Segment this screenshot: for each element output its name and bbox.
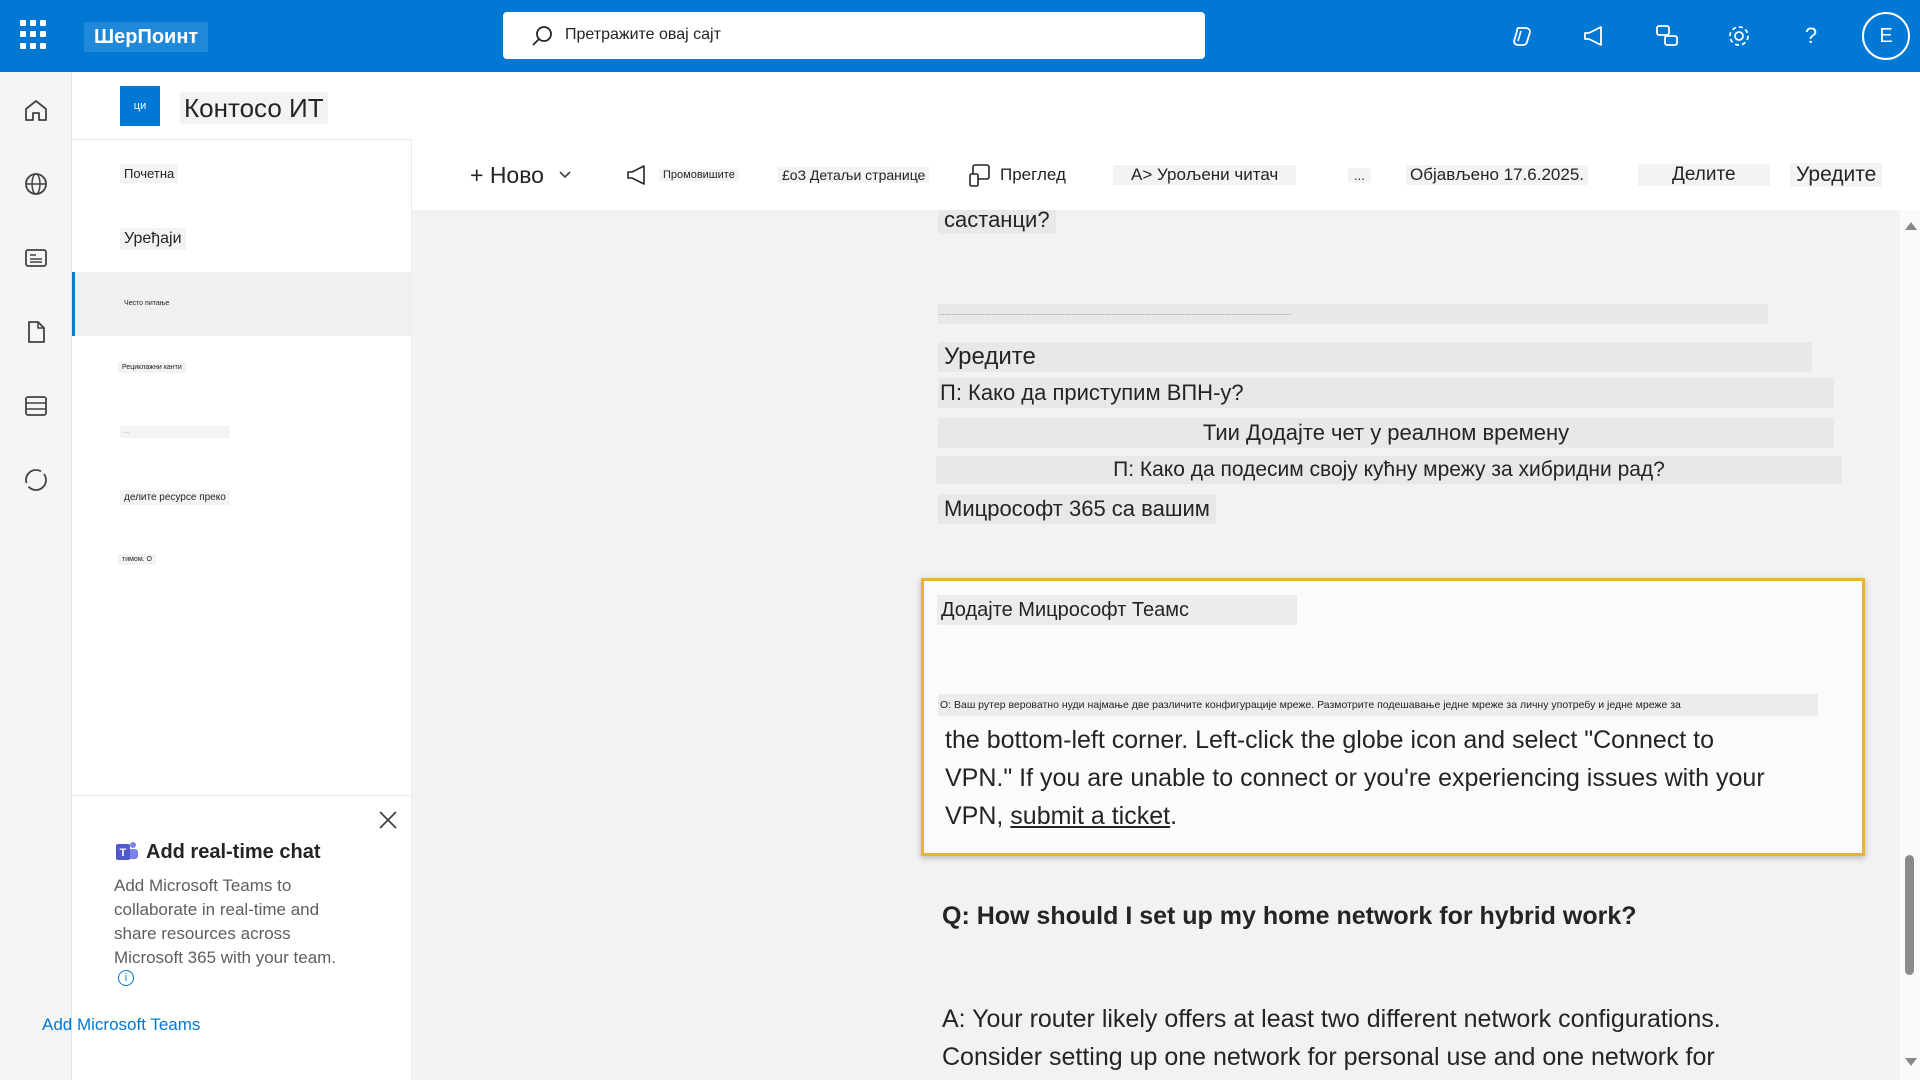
nav-item-more[interactable]: ... bbox=[72, 400, 412, 464]
text-add-chat: Тии Додајте чет у реалном времену bbox=[938, 418, 1834, 448]
nav-item-label: делите ресурсе преко bbox=[120, 490, 230, 505]
close-icon[interactable] bbox=[376, 808, 400, 832]
app-bar bbox=[0, 72, 72, 1080]
answer-router-line: A: Your router likely offers at least tw… bbox=[942, 1005, 1721, 1033]
left-navigation: Почетна Уређаји Често питање Рециклажни … bbox=[72, 139, 412, 795]
question-vpn: П: Како да приступим ВПН-у? bbox=[938, 378, 1834, 408]
preview-button[interactable]: Преглед bbox=[968, 160, 1066, 190]
selected-text-webpart[interactable]: Додајте Мицрософт Теамс О: Ваш рутер вер… bbox=[921, 578, 1865, 856]
info-icon[interactable]: i bbox=[118, 970, 134, 986]
question-home-network: П: Како да подесим своју кућну мрежу за … bbox=[936, 456, 1842, 484]
text-m365-with: Мицрософт 365 са вашим bbox=[938, 494, 1216, 524]
more-label: ... bbox=[1348, 167, 1371, 183]
nav-item-team[interactable]: тимом. О bbox=[72, 528, 412, 592]
chat-card-description: Add Microsoft Teams to collaborate in re… bbox=[114, 876, 337, 967]
edit-button[interactable]: Уредите bbox=[1790, 160, 1883, 190]
vpn-paragraph-text: VPN, bbox=[945, 802, 1011, 830]
nav-item-label: ... bbox=[120, 426, 230, 438]
feedback-icon[interactable] bbox=[1651, 20, 1683, 52]
published-label: Објављено 17.6.2025. bbox=[1406, 165, 1589, 185]
heading-edit: Уредите bbox=[938, 342, 1812, 372]
chat-card-title: Add real-time chat bbox=[146, 840, 321, 863]
nav-item-label: Рециклажни канти bbox=[118, 362, 186, 373]
chat-card-body: Add Microsoft Teams to collaborate in re… bbox=[114, 874, 354, 994]
nav-item-label: Уређаји bbox=[120, 228, 186, 250]
svg-text:T: T bbox=[120, 847, 127, 859]
immersive-reader-label: А> Урољени читач bbox=[1113, 165, 1297, 185]
nav-item-devices[interactable]: Уређаји bbox=[72, 204, 412, 268]
vpn-paragraph-line: VPN, submit a ticket. bbox=[945, 797, 1845, 835]
news-icon[interactable] bbox=[20, 242, 52, 274]
published-status: Објављено 17.6.2025. bbox=[1406, 160, 1589, 190]
app-launcher-icon[interactable] bbox=[20, 20, 50, 50]
answer-router-serbian: О: Ваш рутер вероватно нуди најмање две … bbox=[938, 694, 1818, 716]
text-tiny-line: ........................................… bbox=[938, 304, 1768, 324]
add-teams-link[interactable]: Add Microsoft Teams bbox=[42, 1015, 200, 1035]
nav-item-label: тимом. О bbox=[118, 554, 156, 565]
home-icon[interactable] bbox=[20, 94, 52, 126]
promote-label: Промовишите bbox=[659, 169, 739, 181]
vpn-paragraph-text: . bbox=[1170, 802, 1178, 830]
site-logo[interactable]: ци bbox=[120, 86, 160, 126]
page-details-label: £оЗ Детаљи странице bbox=[778, 167, 930, 183]
nav-item-label: Често питање bbox=[124, 300, 170, 307]
scroll-up-arrow-icon[interactable] bbox=[1905, 222, 1917, 230]
share-label: Делите bbox=[1638, 164, 1770, 186]
submit-ticket-link[interactable]: submit a ticket bbox=[1010, 802, 1170, 830]
file-icon[interactable] bbox=[20, 316, 52, 348]
app-name[interactable]: ШерПоинт bbox=[84, 22, 209, 52]
nav-item-home[interactable]: Почетна bbox=[72, 140, 412, 204]
help-icon[interactable]: ? bbox=[1795, 20, 1827, 52]
loop-icon[interactable] bbox=[20, 464, 52, 496]
heading-add-teams: Додајте Мицрософт Теамс bbox=[937, 595, 1297, 625]
page-details-button[interactable]: £оЗ Детаљи странице bbox=[778, 160, 930, 190]
site-title[interactable]: Контосо ИТ bbox=[180, 92, 328, 124]
suite-bar: ШерПоинт ? E bbox=[0, 0, 1920, 72]
answer-router-line: Consider setting up one network for pers… bbox=[942, 1043, 1715, 1071]
list-icon[interactable] bbox=[20, 390, 52, 422]
chevron-down-icon[interactable] bbox=[558, 170, 572, 180]
vpn-paragraph-line: the bottom-left corner. Left-click the g… bbox=[945, 726, 1715, 754]
scrollbar-thumb[interactable] bbox=[1905, 855, 1914, 975]
megaphone-icon bbox=[627, 165, 645, 185]
vpn-paragraph-line: VPN." If you are unable to connect or yo… bbox=[945, 764, 1765, 792]
text-meetings: састанци? bbox=[938, 210, 1056, 234]
globe-icon[interactable] bbox=[20, 168, 52, 200]
more-button[interactable]: ... bbox=[1348, 160, 1371, 190]
chat-promo-card: T Add real-time chat Add Microsoft Teams… bbox=[72, 795, 412, 1080]
gear-icon[interactable] bbox=[1723, 20, 1755, 52]
nav-item-recycling[interactable]: Рециклажни канти bbox=[72, 336, 412, 400]
avatar[interactable]: E bbox=[1862, 12, 1910, 60]
search-input[interactable] bbox=[565, 22, 1165, 48]
chat-card-header: T Add real-time chat bbox=[114, 840, 320, 864]
megaphone-icon[interactable] bbox=[1579, 20, 1611, 52]
immersive-reader-button[interactable]: А> Урољени читач bbox=[1113, 160, 1297, 190]
question-hybrid-work: Q: How should I set up my home network f… bbox=[942, 902, 1637, 930]
answer-router: A: Your router likely offers at least tw… bbox=[942, 1000, 1862, 1076]
nav-item-share[interactable]: делите ресурсе преко bbox=[72, 464, 412, 528]
search-icon bbox=[532, 26, 552, 46]
teams-icon: T bbox=[116, 842, 138, 860]
page-scrollbar[interactable] bbox=[1900, 210, 1920, 1080]
search-box[interactable] bbox=[503, 12, 1205, 59]
new-button-label: + Ново bbox=[470, 161, 544, 188]
vpn-paragraph: the bottom-left corner. Left-click the g… bbox=[945, 721, 1845, 835]
edit-label: Уредите bbox=[1790, 163, 1883, 187]
promote-button[interactable]: Промовишите bbox=[625, 160, 739, 190]
nav-item-faq[interactable]: Често питање bbox=[72, 272, 412, 336]
preview-icon bbox=[969, 164, 990, 187]
copilot-icon[interactable] bbox=[1507, 20, 1539, 52]
scroll-down-arrow-icon[interactable] bbox=[1905, 1058, 1917, 1066]
share-button[interactable]: Делите bbox=[1638, 160, 1770, 190]
new-button[interactable]: + Ново bbox=[470, 160, 572, 190]
preview-label: Преглед bbox=[1000, 165, 1066, 184]
nav-item-label: Почетна bbox=[120, 164, 179, 183]
